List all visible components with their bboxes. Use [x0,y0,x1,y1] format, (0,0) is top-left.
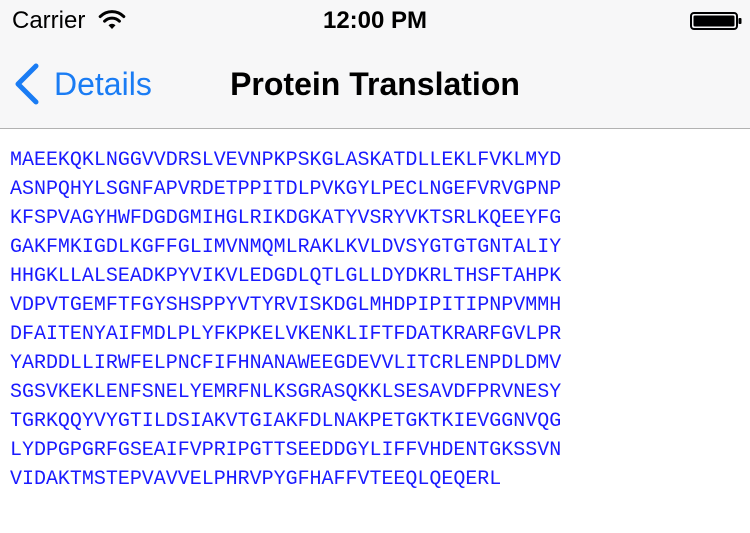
sequence-line: LYDPGPGRFGSEAIFVPRIPGTTSEEDDGYLIFFVHDENT… [10,439,562,462]
sequence-line: GAKFMKIGDLKGFFGLIMVNMQMLRAKLKVLDVSYGTGTG… [10,236,562,259]
screen: Carrier 12:00 PM Details Protein Transla… [0,0,750,533]
sequence-line: MAEEKQKLNGGVVDRSLVEVNPKPSKGLASKATDLLEKLF… [10,149,562,172]
sequence-line: VDPVTGEMFTFGYSHSPPYVTYRVISKDGLMHDPIPITIP… [10,294,562,317]
protein-sequence-view: MAEEKQKLNGGVVDRSLVEVNPKPSKGLASKATDLLEKLF… [10,146,746,494]
status-bar: Carrier 12:00 PM [0,0,750,40]
status-time: 12:00 PM [322,7,428,34]
sequence-line: HHGKLLALSEADKPYVIKVLEDGDLQTLGLLDYDKRLTHS… [10,265,562,288]
sequence-line: TGRKQQYVYGTILDSIAKVTGIAKFDLNAKPETGKTKIEV… [10,410,562,433]
sequence-line: YARDDLLIRWFELPNCFIFHNANAWEEGDEVVLITCRLEN… [10,352,562,375]
sequence-line: SGSVKEKLENFSNELYEMRFNLKSGRASQKKLSESAVDFP… [10,381,562,404]
page-title: Protein Translation [230,66,520,102]
sequence-line: ASNPQHYLSGNFAPVRDETPPITDLPVKGYLPECLNGEFV… [10,178,562,201]
sequence-line: DFAITENYAIFMDLPLYFKPKELVKENKLIFTFDATKRAR… [10,323,562,346]
battery-icon [690,12,742,30]
sequence-line: KFSPVAGYHWFDGDGMIHGLRIKDGKATYVSRYVKTSRLK… [10,207,562,230]
navigation-bar: Carrier 12:00 PM Details Protein Transla… [0,0,750,129]
sequence-line: VIDAKTMSTEPVAVVELPHRVPYGFHAFFVTEEQLQEQER… [10,468,502,491]
